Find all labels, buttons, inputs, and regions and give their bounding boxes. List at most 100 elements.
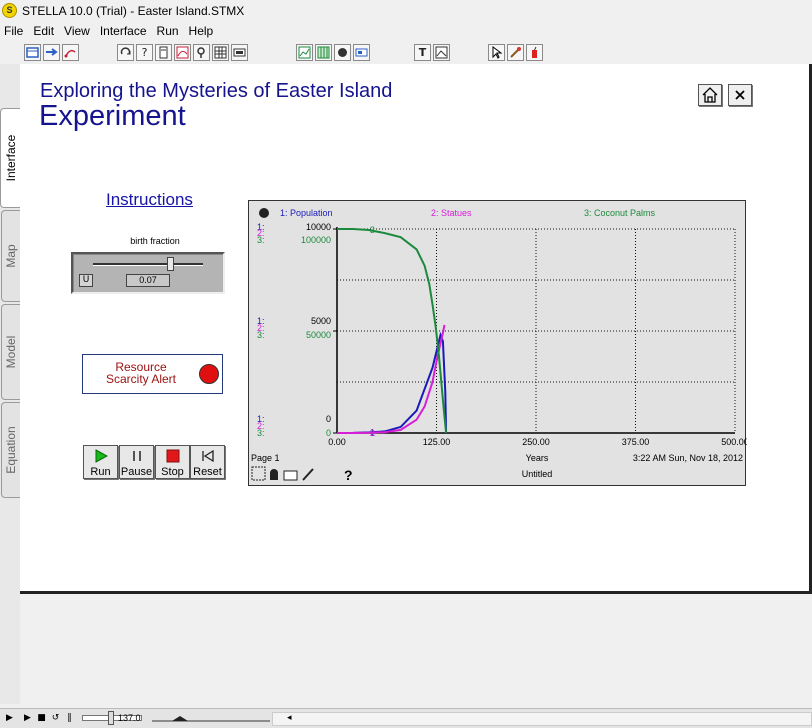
text-tool-icon[interactable]: T [414, 44, 431, 61]
x-tick-label: 500.00 [721, 437, 747, 447]
table-pad-tool-icon[interactable] [315, 44, 332, 61]
series-marker-3: 3 [370, 225, 375, 235]
pointer-tool-icon[interactable] [488, 44, 505, 61]
graph-pad-tool-icon[interactable] [296, 44, 313, 61]
slider-track[interactable] [93, 263, 203, 266]
time-progress-marker[interactable] [172, 716, 188, 721]
y-tick-label: 50000 [306, 330, 331, 340]
menu-interface[interactable]: Interface [96, 22, 153, 41]
y-tick-label: 0 [326, 428, 331, 438]
stock-tool-icon[interactable] [24, 44, 41, 61]
slider-lock-button[interactable]: U [79, 274, 93, 287]
y-axis-series-marker: 3: [257, 428, 265, 438]
paintbrush-tool-icon[interactable] [507, 44, 524, 61]
flow-tool-icon[interactable] [43, 44, 60, 61]
graph-chart: 1: Population 2: Statues 3: Coconut Palm… [251, 208, 747, 483]
reset-button[interactable]: Reset [190, 445, 225, 479]
grid-tool-icon[interactable] [212, 44, 229, 61]
run-speed-thumb[interactable] [108, 711, 114, 725]
time-progress-track[interactable] [152, 712, 270, 725]
scroll-left-icon[interactable]: ◂ [287, 713, 292, 723]
stella-app-icon: S [2, 3, 17, 18]
graph-grid [337, 228, 736, 433]
series-marker-2: 2 [370, 428, 375, 438]
x-tick-label: 125.00 [423, 437, 451, 447]
y-tick-label: 100000 [301, 235, 331, 245]
tab-model-label: Model [4, 335, 18, 369]
search-tool-icon[interactable] [193, 44, 210, 61]
dynamite-tool-icon[interactable] [526, 44, 543, 61]
graph-wand-icon[interactable] [302, 468, 314, 481]
alert-label-line2: Scarcity Alert [105, 372, 177, 386]
y-axis-series-marker: 3: [257, 235, 265, 245]
home-button[interactable] [698, 84, 722, 106]
loop-tool-icon[interactable] [117, 44, 134, 61]
birth-fraction-slider[interactable]: U 0.07 [71, 252, 225, 294]
graph-page-label: Page 1 [251, 453, 280, 463]
help-tool-icon[interactable]: ? [136, 44, 153, 61]
graph-lock-icon[interactable] [270, 469, 278, 480]
series-line-1 [336, 331, 448, 434]
picture-tool-icon[interactable] [433, 44, 450, 61]
connector-tool-icon[interactable] [62, 44, 79, 61]
x-tick-label: 0.00 [328, 437, 346, 447]
sb-reset-icon[interactable]: ↺ [50, 712, 61, 725]
sb-pause-icon[interactable]: ‖ [64, 712, 75, 725]
legend-series-coconut-palms: 3: Coconut Palms [584, 208, 656, 218]
simulation-time: 137.0 [118, 713, 141, 723]
menu-edit[interactable]: Edit [29, 22, 60, 41]
menu-help[interactable]: Help [185, 22, 220, 41]
pause-button[interactable]: Pause [119, 445, 154, 479]
slider-value[interactable]: 0.07 [126, 274, 170, 287]
run-button[interactable]: Run [83, 445, 118, 479]
sb-stop-icon[interactable]: ■ [36, 712, 47, 725]
sb-play-icon[interactable]: ▶ [22, 712, 33, 725]
menu-file[interactable]: File [0, 22, 29, 41]
y-axis-series-marker: 3: [257, 330, 265, 340]
page-subtitle: Experiment [39, 100, 186, 132]
graph-help-icon[interactable]: ? [344, 467, 353, 483]
menu-run[interactable]: Run [153, 22, 185, 41]
window-title: STELLA 10.0 (Trial) - Easter Island.STMX [22, 4, 245, 18]
knob-tool-icon[interactable] [334, 44, 351, 61]
graph-tool-icon[interactable] [174, 44, 191, 61]
legend-series-statues: 2: Statues [431, 208, 472, 218]
home-icon [702, 87, 718, 103]
tab-model[interactable]: Model [1, 304, 20, 400]
horizontal-scrollbar[interactable]: ◂ [272, 712, 812, 726]
reset-icon [201, 449, 214, 463]
tab-interface[interactable]: Interface [0, 108, 21, 208]
graph-scale-icon[interactable] [251, 466, 266, 481]
numeric-display-tool-icon[interactable] [231, 44, 248, 61]
x-tick-label: 250.00 [522, 437, 550, 447]
stop-icon [166, 449, 179, 463]
instructions-link[interactable]: Instructions [106, 190, 193, 210]
graph-tick-labels: 0.00 125.00 250.00 375.00 500.001: 100002:3: 1… [257, 222, 747, 447]
tab-equation[interactable]: Equation [1, 402, 20, 498]
y-tick-label: 10000 [306, 222, 331, 232]
pause-button-label: Pause [120, 466, 153, 478]
stop-button[interactable]: Stop [155, 445, 190, 479]
graph-x-axis-label: Years [526, 453, 549, 463]
pause-icon [132, 451, 141, 461]
stop-button-label: Stop [161, 466, 184, 478]
graph-timestamp: 3:22 AM Sun, Nov 18, 2012 [633, 453, 743, 463]
graph-pin-icon[interactable] [259, 208, 269, 218]
close-button[interactable] [728, 84, 752, 106]
status-bar: ▶ ▶ ■ ↺ ‖ 137.0 ◂ [0, 708, 812, 728]
switch-tool-icon[interactable] [353, 44, 370, 61]
graph-pad[interactable]: 1: Population 2: Statues 3: Coconut Palm… [248, 200, 747, 486]
graph-print-icon[interactable] [283, 470, 298, 481]
tab-map[interactable]: Map [1, 210, 20, 302]
legend-series-population: 1: Population [280, 208, 333, 218]
slider-thumb[interactable] [167, 257, 174, 271]
alert-lamp-icon [199, 364, 219, 384]
table-tool-icon[interactable] [155, 44, 172, 61]
reset-button-label: Reset [193, 466, 222, 478]
tab-equation-label: Equation [4, 426, 18, 474]
menu-view[interactable]: View [60, 22, 96, 41]
view-tabs: Interface Map Model Equation [0, 64, 21, 704]
resource-scarcity-alert: Resource Scarcity Alert [82, 354, 223, 394]
step-forward-icon[interactable]: ▶ [4, 712, 15, 725]
interface-canvas: Exploring the Mysteries of Easter Island… [20, 64, 812, 594]
